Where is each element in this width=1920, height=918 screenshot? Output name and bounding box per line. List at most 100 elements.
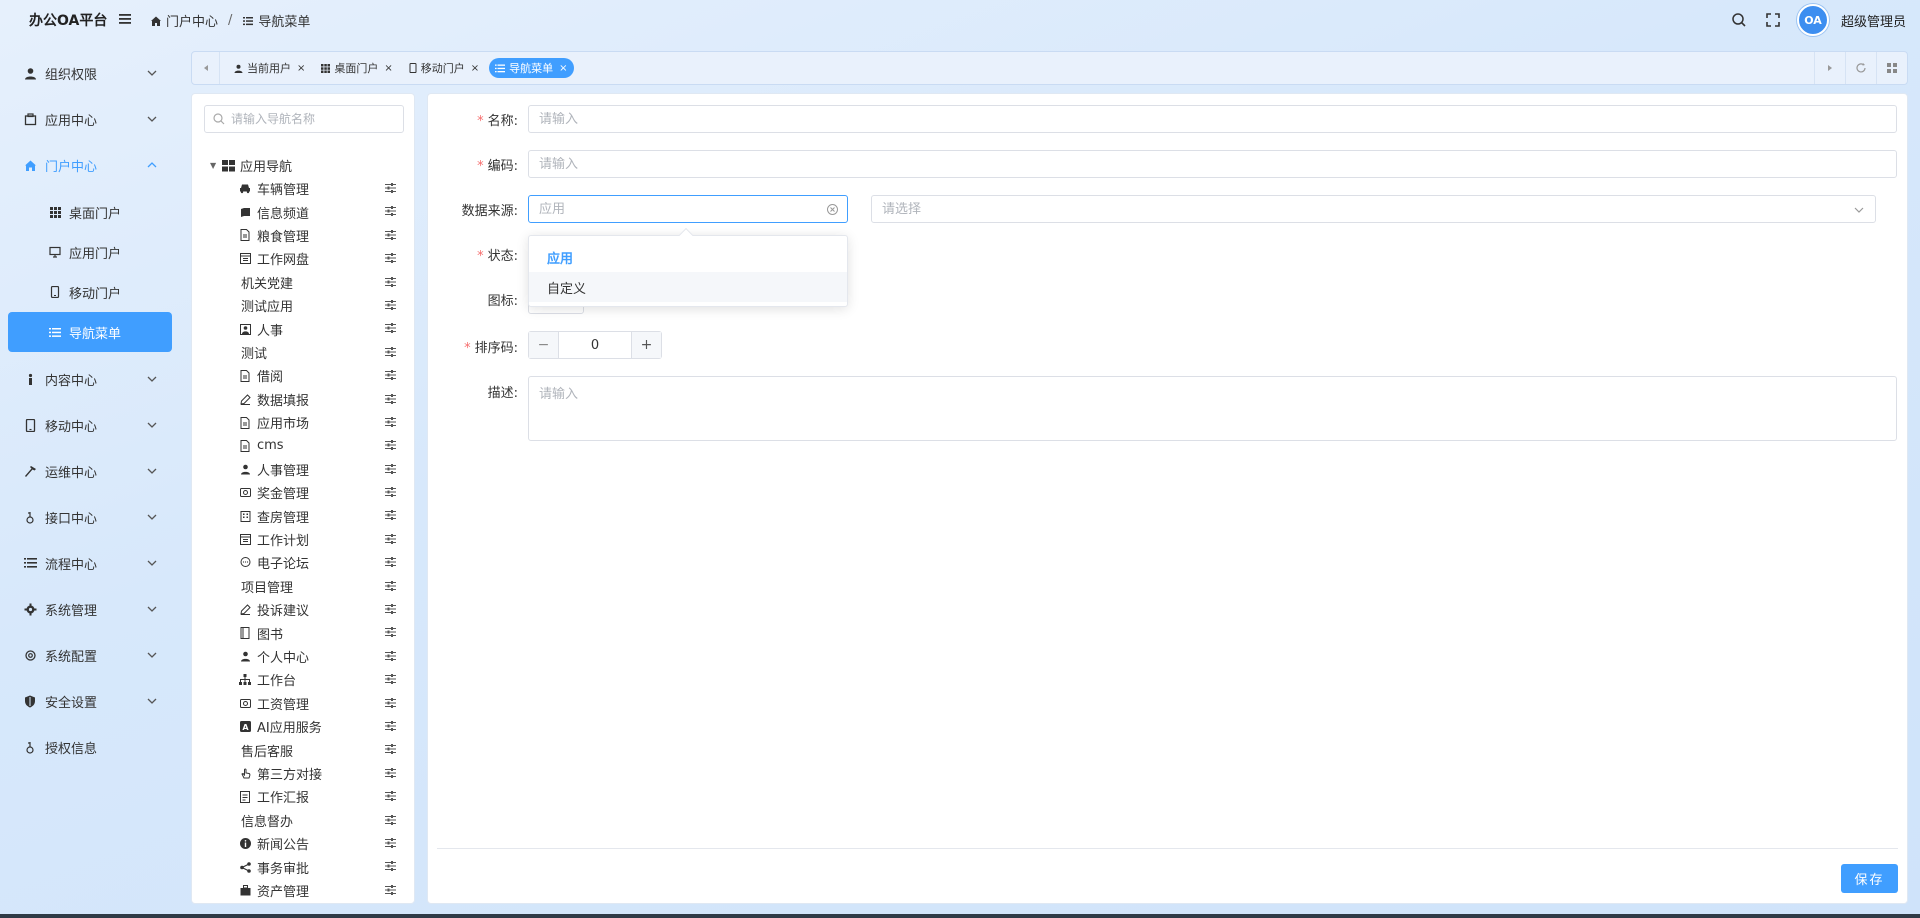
tree-search-input[interactable] xyxy=(231,112,391,126)
tab-mobile-portal[interactable]: 移动门户 × xyxy=(403,58,485,78)
sidebar-subitem-mobile-portal[interactable]: 移动门户 xyxy=(8,272,172,312)
sidebar-item-api-center[interactable]: 接口中心 xyxy=(0,494,180,540)
sidebar-item-system-manage[interactable]: 系统管理 xyxy=(0,586,180,632)
tree-node[interactable]: 粮食管理 xyxy=(192,224,414,247)
drag-handle-icon[interactable] xyxy=(385,393,396,404)
drag-handle-icon[interactable] xyxy=(385,884,396,895)
drag-handle-icon[interactable] xyxy=(385,744,396,755)
tree-node[interactable]: 工作计划 xyxy=(192,528,414,551)
desc-field[interactable] xyxy=(528,376,1897,441)
tree-node[interactable]: 查房管理 xyxy=(192,504,414,527)
sidebar-item-app-center[interactable]: 应用中心 xyxy=(0,96,180,142)
name-input[interactable] xyxy=(539,111,1896,127)
sidebar-subitem-app-portal[interactable]: 应用门户 xyxy=(8,232,172,272)
source-select[interactable] xyxy=(528,195,848,223)
save-button[interactable]: 保存 xyxy=(1841,864,1898,893)
drag-handle-icon[interactable] xyxy=(385,416,396,427)
tree-node[interactable]: 个人中心 xyxy=(192,645,414,668)
drag-handle-icon[interactable] xyxy=(385,487,396,498)
tab-scroll-right-icon[interactable] xyxy=(1814,52,1845,84)
tree-node[interactable]: 借阅 xyxy=(192,364,414,387)
desc-textarea[interactable] xyxy=(539,383,1896,433)
drag-handle-icon[interactable] xyxy=(385,604,396,615)
source-value-input[interactable] xyxy=(882,201,1875,217)
drag-handle-icon[interactable] xyxy=(385,370,396,381)
tree-search[interactable] xyxy=(204,105,404,133)
drag-handle-icon[interactable] xyxy=(385,767,396,778)
circle-close-icon[interactable] xyxy=(826,203,839,216)
drag-handle-icon[interactable] xyxy=(385,276,396,287)
drag-handle-icon[interactable] xyxy=(385,814,396,825)
tree-node[interactable]: 工资管理 xyxy=(192,692,414,715)
tree-node[interactable]: 工作台 xyxy=(192,668,414,691)
tree-node[interactable]: 第三方对接 xyxy=(192,762,414,785)
avatar[interactable]: OA xyxy=(1796,4,1829,36)
tree-node[interactable]: 信息督办 xyxy=(192,809,414,832)
tab-nav-menu[interactable]: 导航菜单 × xyxy=(489,58,574,78)
tree-root-node[interactable]: ▼ 应用导航 xyxy=(192,154,414,177)
username[interactable]: 超级管理员 xyxy=(1841,11,1906,30)
tree-node[interactable]: 数据填报 xyxy=(192,388,414,411)
drag-handle-icon[interactable] xyxy=(385,533,396,544)
drag-handle-icon[interactable] xyxy=(385,299,396,310)
tree-node[interactable]: 工作汇报 xyxy=(192,785,414,808)
code-input[interactable] xyxy=(539,156,1896,172)
drag-handle-icon[interactable] xyxy=(385,253,396,264)
close-icon[interactable]: × xyxy=(559,63,567,74)
sidebar-subitem-desktop-portal[interactable]: 桌面门户 xyxy=(8,192,172,232)
drag-handle-icon[interactable] xyxy=(385,791,396,802)
tree-node[interactable]: 电子论坛 xyxy=(192,551,414,574)
sidebar-item-mobile-center[interactable]: 移动中心 xyxy=(0,402,180,448)
tree-node[interactable]: 新闻公告 xyxy=(192,832,414,855)
drag-handle-icon[interactable] xyxy=(385,463,396,474)
drag-handle-icon[interactable] xyxy=(385,206,396,217)
fullscreen-icon[interactable] xyxy=(1763,10,1783,30)
close-icon[interactable]: × xyxy=(384,63,392,74)
drag-handle-icon[interactable] xyxy=(385,183,396,193)
caret-down-icon[interactable]: ▼ xyxy=(210,161,218,170)
tree-node[interactable]: 人事 xyxy=(192,317,414,340)
sidebar-item-ops-center[interactable]: 运维中心 xyxy=(0,448,180,494)
drag-handle-icon[interactable] xyxy=(385,440,396,451)
tree-node[interactable]: 投诉建议 xyxy=(192,598,414,621)
tree-node[interactable]: 事务审批 xyxy=(192,855,414,878)
sidebar-item-content-center[interactable]: 内容中心 xyxy=(0,356,180,402)
dropdown-option-custom[interactable]: 自定义 xyxy=(529,272,847,302)
sidebar-item-flow-center[interactable]: 流程中心 xyxy=(0,540,180,586)
breadcrumb-item-portal[interactable]: 门户中心 xyxy=(166,11,218,30)
increment-button[interactable]: + xyxy=(632,332,661,358)
tree-node[interactable]: cms xyxy=(192,434,414,457)
tree-node[interactable]: 车辆管理 xyxy=(192,177,414,200)
sidebar-item-portal-center[interactable]: 门户中心 xyxy=(0,142,180,188)
tree-node[interactable]: 工作网盘 xyxy=(192,247,414,270)
refresh-icon[interactable] xyxy=(1845,52,1876,84)
drag-handle-icon[interactable] xyxy=(385,229,396,240)
sort-value[interactable]: 0 xyxy=(558,332,632,358)
tree-node[interactable]: 信息频道 xyxy=(192,200,414,223)
sidebar-subitem-nav-menu[interactable]: 导航菜单 xyxy=(8,312,172,352)
dropdown-option-app[interactable]: 应用 xyxy=(529,242,847,272)
drag-handle-icon[interactable] xyxy=(385,720,396,731)
tab-menu-grid-icon[interactable] xyxy=(1876,52,1907,84)
drag-handle-icon[interactable] xyxy=(385,323,396,334)
decrement-button[interactable]: − xyxy=(529,332,558,358)
drag-handle-icon[interactable] xyxy=(385,674,396,685)
tree-node[interactable]: 资产管理 xyxy=(192,879,414,902)
close-icon[interactable]: × xyxy=(471,63,479,74)
tree-node[interactable]: 项目管理 xyxy=(192,575,414,598)
tree-node[interactable]: 售后客服 xyxy=(192,738,414,761)
sidebar-item-system-config[interactable]: 系统配置 xyxy=(0,632,180,678)
drag-handle-icon[interactable] xyxy=(385,580,396,591)
sort-stepper[interactable]: − 0 + xyxy=(528,331,662,359)
sidebar-item-org-permission[interactable]: 组织权限 xyxy=(0,50,180,96)
close-icon[interactable]: × xyxy=(297,63,305,74)
drag-handle-icon[interactable] xyxy=(385,650,396,661)
drag-handle-icon[interactable] xyxy=(385,861,396,872)
drag-handle-icon[interactable] xyxy=(385,627,396,638)
sidebar-item-security-settings[interactable]: 安全设置 xyxy=(0,678,180,724)
tree-node[interactable]: 人事管理 xyxy=(192,458,414,481)
tree-node[interactable]: 测试 xyxy=(192,341,414,364)
tree-node[interactable]: 测试应用 xyxy=(192,294,414,317)
drag-handle-icon[interactable] xyxy=(385,557,396,568)
menu-toggle-icon[interactable] xyxy=(116,10,134,28)
